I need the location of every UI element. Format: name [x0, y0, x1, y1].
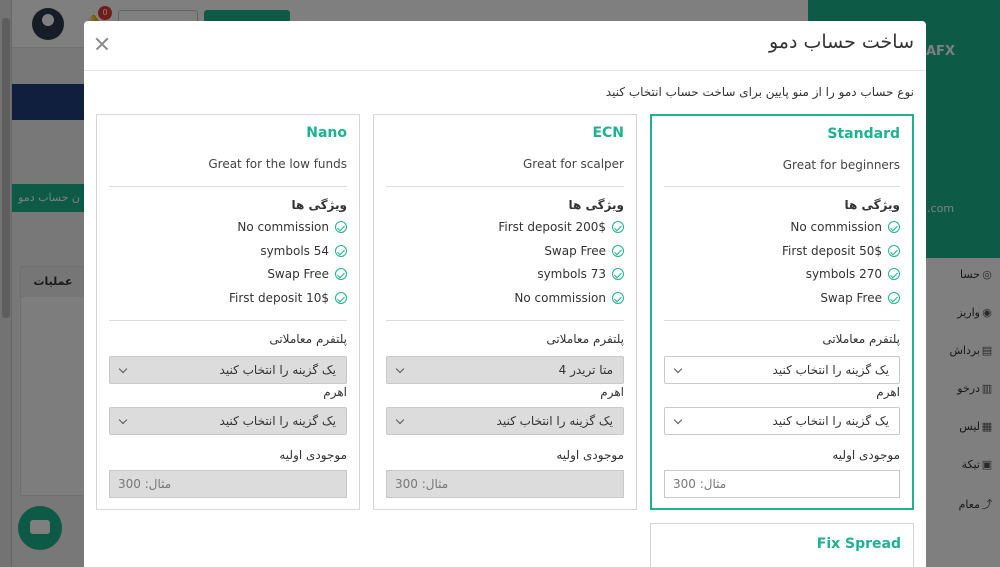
create-demo-account-modal: ساخت حساب دمو نوع حساب دمو را از منو پای… — [84, 21, 926, 567]
feature-item: Swap Free — [267, 267, 347, 281]
feature-item: Swap Free — [820, 291, 900, 305]
plan-description: Great for beginners — [782, 158, 900, 172]
modal-header: ساخت حساب دمو — [84, 21, 926, 71]
platform-select-value: متا تریدر 4 — [558, 363, 613, 377]
check-icon — [335, 268, 347, 280]
plan-card-nano[interactable]: Nano Great for the low funds ویژگی ها No… — [96, 114, 360, 510]
plan-card-standard[interactable]: Standard Great for beginners ویژگی ها No… — [650, 114, 914, 510]
balance-input[interactable]: مثال: 300 — [386, 470, 624, 498]
feature-item: symbols 270 — [806, 267, 900, 281]
leverage-label: اهرم — [323, 385, 347, 399]
leverage-select[interactable]: یک گزینه را انتخاب کنید — [386, 407, 624, 435]
feature-text: Swap Free — [267, 267, 329, 281]
feature-text: No commission — [790, 220, 882, 234]
leverage-label: اهرم — [600, 385, 624, 399]
feature-text: symbols 270 — [805, 267, 882, 281]
platform-select-value: یک گزینه را انتخاب کنید — [772, 363, 889, 377]
feature-text: Swap Free — [820, 291, 882, 305]
feature-text: symbols 54 — [260, 244, 329, 258]
leverage-label: اهرم — [876, 385, 900, 399]
feature-item: First deposit 50$ — [782, 244, 900, 258]
modal-subtitle: نوع حساب دمو را از منو پایین برای ساخت ح… — [605, 85, 914, 99]
check-icon — [335, 245, 347, 257]
divider — [386, 186, 624, 187]
platform-label: پلتفرم معاملاتی — [822, 332, 900, 346]
balance-label: موجودی اولیه — [556, 448, 624, 462]
plan-card-fix-spread[interactable]: Fix Spread — [650, 523, 914, 567]
features-title: ویژگی ها — [568, 198, 624, 212]
feature-item: First deposit 10$ — [229, 291, 347, 305]
platform-select[interactable]: یک گزینه را انتخاب کنید — [664, 356, 900, 384]
feature-text: First deposit 50$ — [781, 244, 882, 258]
divider — [109, 186, 347, 187]
leverage-select-value: یک گزینه را انتخاب کنید — [496, 414, 613, 428]
balance-label: موجودی اولیه — [832, 448, 900, 462]
check-icon — [888, 292, 900, 304]
check-icon — [612, 245, 624, 257]
balance-input[interactable]: مثال: 300 — [664, 470, 900, 498]
check-icon — [335, 292, 347, 304]
feature-text: First deposit 200$ — [498, 220, 606, 234]
feature-text: First deposit 10$ — [228, 291, 329, 305]
feature-item: Swap Free — [544, 244, 624, 258]
platform-label: پلتفرم معاملاتی — [546, 332, 624, 346]
feature-text: symbols 73 — [537, 267, 606, 281]
features-title: ویژگی ها — [844, 198, 900, 212]
plan-description: Great for scalper — [522, 157, 624, 171]
chevron-down-icon — [673, 415, 683, 425]
feature-item: symbols 54 — [260, 244, 347, 258]
check-icon — [888, 268, 900, 280]
check-icon — [888, 245, 900, 257]
balance-input[interactable]: مثال: 300 — [109, 470, 347, 498]
leverage-select[interactable]: یک گزینه را انتخاب کنید — [664, 407, 900, 435]
check-icon — [888, 221, 900, 233]
chevron-down-icon — [395, 415, 405, 425]
feature-item: symbols 73 — [537, 267, 624, 281]
feature-item: No commission — [514, 291, 624, 305]
modal-title: ساخت حساب دمو — [768, 31, 914, 53]
feature-text: Swap Free — [544, 244, 606, 258]
leverage-select[interactable]: یک گزینه را انتخاب کنید — [109, 407, 347, 435]
feature-item: No commission — [790, 220, 900, 234]
feature-text: No commission — [237, 220, 329, 234]
divider — [386, 320, 624, 321]
platform-select-value: یک گزینه را انتخاب کنید — [219, 363, 336, 377]
chevron-down-icon — [395, 364, 405, 374]
feature-text: No commission — [514, 291, 606, 305]
balance-label: موجودی اولیه — [279, 448, 347, 462]
plan-name: Standard — [827, 126, 900, 142]
close-icon[interactable] — [92, 33, 114, 55]
plan-name: Nano — [306, 125, 347, 141]
chevron-down-icon — [118, 364, 128, 374]
plan-description: Great for the low funds — [208, 157, 347, 171]
platform-select[interactable]: متا تریدر 4 — [386, 356, 624, 384]
divider — [664, 320, 900, 321]
check-icon — [612, 221, 624, 233]
divider — [109, 320, 347, 321]
check-icon — [612, 268, 624, 280]
platform-select[interactable]: یک گزینه را انتخاب کنید — [109, 356, 347, 384]
leverage-select-value: یک گزینه را انتخاب کنید — [219, 414, 336, 428]
feature-item: No commission — [237, 220, 347, 234]
divider — [664, 186, 900, 187]
check-icon — [612, 292, 624, 304]
plan-card-ecn[interactable]: ECN Great for scalper ویژگی ها First dep… — [373, 114, 637, 510]
check-icon — [335, 221, 347, 233]
plan-name: Fix Spread — [816, 536, 901, 552]
plan-name: ECN — [592, 125, 624, 141]
features-title: ویژگی ها — [291, 198, 347, 212]
feature-item: First deposit 200$ — [498, 220, 624, 234]
chevron-down-icon — [673, 364, 683, 374]
leverage-select-value: یک گزینه را انتخاب کنید — [772, 414, 889, 428]
platform-label: پلتفرم معاملاتی — [269, 332, 347, 346]
chevron-down-icon — [118, 415, 128, 425]
